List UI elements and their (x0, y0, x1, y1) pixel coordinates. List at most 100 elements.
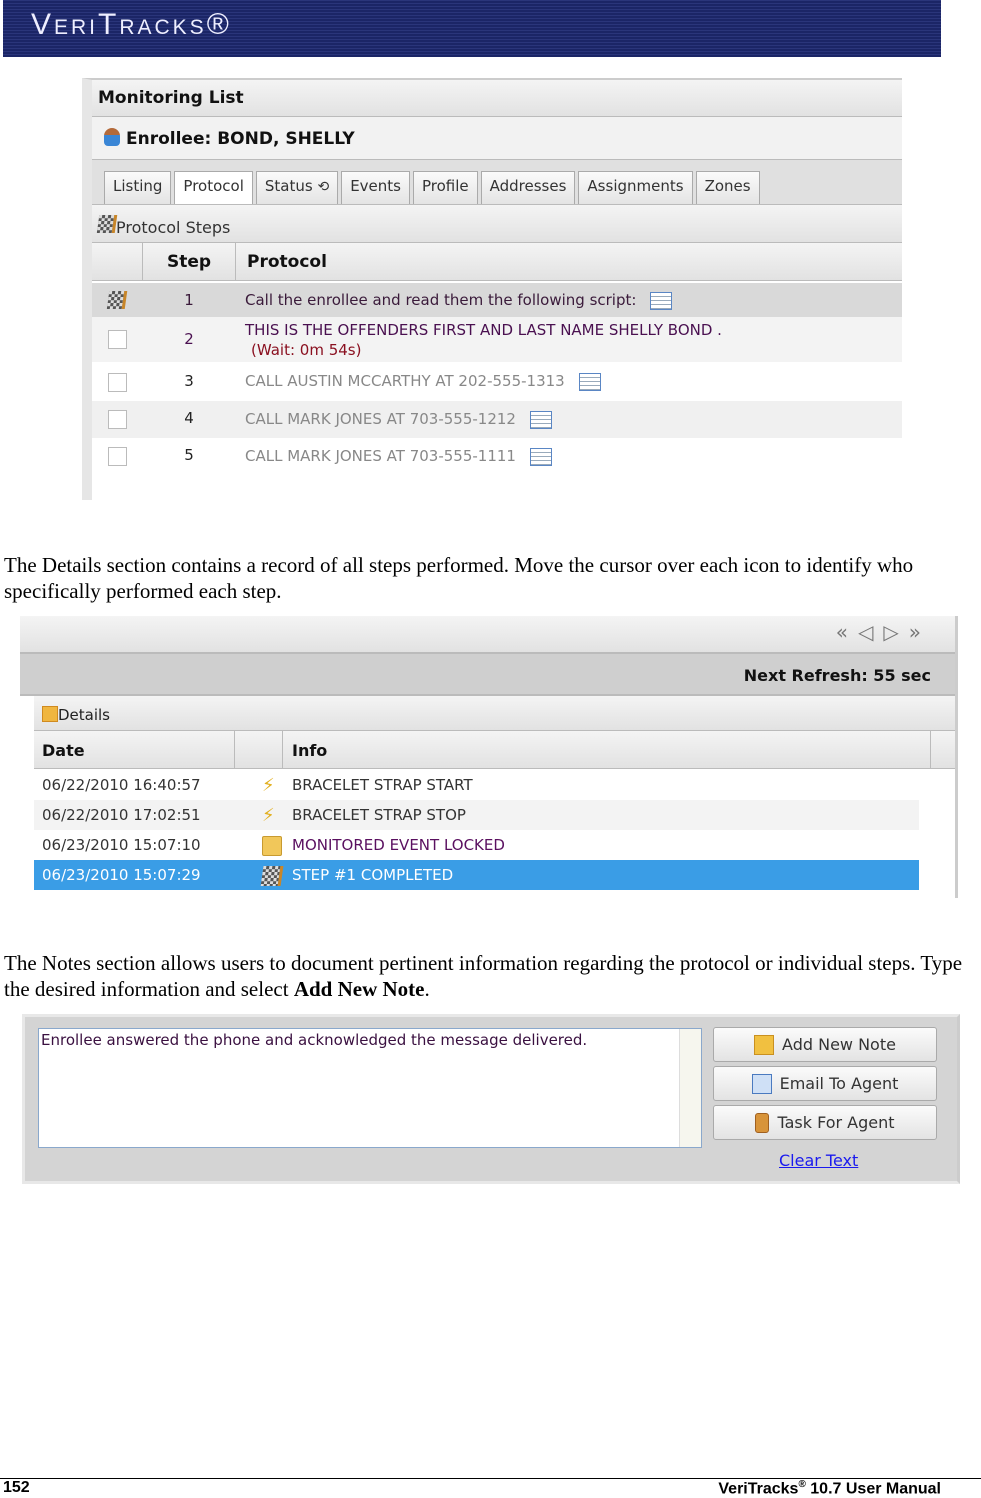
details-row[interactable]: 06/23/2010 15:07:10 MONITORED EVENT LOCKE… (34, 830, 919, 860)
completed-flag-icon[interactable] (106, 291, 128, 309)
step-checkbox[interactable] (108, 410, 127, 429)
clear-text-link[interactable]: Clear Text (779, 1151, 858, 1170)
step-text: CALL AUSTIN MCCARTHY AT 202-555-1313 (245, 372, 565, 390)
details-paragraph: The Details section contains a record of… (4, 553, 914, 603)
refresh-icon: ⟲ (317, 179, 330, 195)
col-step[interactable]: Step (167, 252, 211, 272)
step-checkbox[interactable] (108, 447, 127, 466)
details-header: Details (34, 696, 955, 731)
tab-status[interactable]: Status ⟲ (255, 171, 339, 204)
prev-page-icon[interactable]: ◁ (858, 620, 883, 644)
row-date: 06/23/2010 15:07:10 (42, 836, 201, 854)
tab-listing[interactable]: Listing (104, 171, 172, 204)
step-number: 1 (184, 291, 194, 309)
task-for-agent-button[interactable]: Task For Agent (713, 1105, 937, 1140)
col-protocol[interactable]: Protocol (247, 252, 327, 272)
add-new-note-emphasis: Add New Note (293, 977, 425, 1001)
tab-profile[interactable]: Profile (413, 171, 478, 204)
step-text: Call the enrollee and read them the foll… (245, 291, 637, 309)
details-row-selected[interactable]: 06/23/2010 15:07:29 STEP #1 COMPLETED (34, 860, 919, 890)
page-number: 152 (3, 1479, 30, 1496)
row-info: STEP #1 COMPLETED (292, 866, 454, 884)
row-date: 06/22/2010 16:40:57 (42, 776, 201, 794)
col-info[interactable]: Info (292, 741, 327, 760)
add-note-icon (754, 1034, 775, 1055)
bolt-minus-icon[interactable]: ⚡ (262, 806, 282, 826)
step-number: 3 (184, 372, 194, 390)
paragraph-text: . (424, 977, 430, 1001)
step-row: 5 CALL MARK JONES AT 703-555-1111 (92, 438, 902, 476)
row-date: 06/23/2010 15:07:29 (42, 866, 201, 884)
step-row: 2 THIS IS THE OFFENDERS FIRST AND LAST N… (92, 317, 902, 362)
button-label: Task For Agent (777, 1113, 895, 1132)
clipboard-icon (755, 1112, 770, 1133)
tab-assignments[interactable]: Assignments (578, 171, 693, 204)
notes-screenshot: Enrollee answered the phone and acknowle… (22, 1014, 960, 1184)
pager-bar: «◁▷» (20, 616, 955, 654)
bolt-plus-icon[interactable]: ⚡ (262, 776, 282, 796)
wait-timer: (Wait: 0m 54s) (251, 341, 362, 359)
tab-bar: Listing Protocol Status ⟲ Events Profile… (92, 160, 902, 205)
script-document-icon[interactable] (529, 447, 552, 466)
step-number: 2 (184, 330, 194, 348)
section-label: Details (58, 706, 111, 724)
protocol-steps-header: Protocol Steps (92, 205, 902, 243)
person-icon (104, 128, 120, 146)
table-header: Step Protocol (92, 243, 902, 281)
details-row[interactable]: 06/22/2010 17:02:51 ⚡ BRACELET STRAP STOP (34, 800, 919, 830)
enrollee-header: Enrollee: BOND, SHELLY (92, 117, 902, 160)
step-checkbox[interactable] (108, 330, 127, 349)
tab-protocol[interactable]: Protocol (174, 171, 253, 204)
step-row: 1 Call the enrollee and read them the fo… (92, 283, 902, 317)
col-date[interactable]: Date (42, 741, 85, 760)
row-info: BRACELET STRAP START (292, 776, 473, 794)
manual-title: VeriTracks® 10.7 User Manual (718, 1479, 941, 1498)
button-label: Email To Agent (779, 1074, 899, 1093)
first-page-icon[interactable]: « (836, 620, 858, 644)
pager-controls: «◁▷» (836, 620, 931, 644)
details-icon (42, 706, 58, 722)
step-text: CALL MARK JONES AT 703-555-1111 (245, 447, 516, 465)
panel-title: Monitoring List (92, 80, 902, 117)
section-label: Protocol Steps (116, 218, 231, 237)
note-textarea[interactable]: Enrollee answered the phone and acknowle… (38, 1028, 702, 1148)
notes-paragraph: The Notes section allows users to docume… (4, 950, 974, 1002)
paragraph-text: The Notes section allows users to docume… (4, 951, 963, 1001)
last-page-icon[interactable]: » (909, 620, 931, 644)
step-text: CALL MARK JONES AT 703-555-1212 (245, 410, 516, 428)
registered-mark: ® (798, 1479, 806, 1490)
email-icon (751, 1073, 772, 1094)
script-document-icon[interactable] (529, 410, 552, 429)
flag-icon (96, 215, 118, 233)
textarea-scrollbar[interactable] (679, 1029, 701, 1147)
details-row[interactable]: 06/22/2010 16:40:57 ⚡ BRACELET STRAP START (34, 770, 919, 800)
tab-addresses[interactable]: Addresses (480, 171, 576, 204)
next-page-icon[interactable]: ▷ (883, 620, 908, 644)
flag-icon[interactable] (260, 866, 284, 886)
email-to-agent-button[interactable]: Email To Agent (713, 1066, 937, 1101)
details-screenshot: «◁▷» Next Refresh: 55 sec Details Date I… (20, 616, 958, 898)
row-info: MONITORED EVENT LOCKED (292, 836, 505, 854)
script-document-icon[interactable] (578, 372, 601, 391)
monitoring-list-screenshot: Monitoring List Enrollee: BOND, SHELLY L… (82, 78, 902, 500)
button-label: Add New Note (782, 1035, 896, 1054)
step-checkbox[interactable] (108, 373, 127, 392)
tab-events[interactable]: Events (341, 171, 410, 204)
tab-status-label: Status (264, 177, 313, 195)
refresh-bar: Next Refresh: 55 sec (20, 654, 955, 696)
row-info: BRACELET STRAP STOP (292, 806, 466, 824)
lock-icon[interactable] (262, 836, 282, 856)
tab-zones[interactable]: Zones (695, 171, 760, 204)
details-table-header: Date Info (34, 731, 955, 769)
note-text: Enrollee answered the phone and acknowle… (41, 1031, 588, 1049)
step-number: 4 (184, 409, 194, 427)
add-new-note-button[interactable]: Add New Note (713, 1027, 937, 1062)
brand-logo: VeriTracks® (31, 8, 232, 41)
next-refresh: Next Refresh: 55 sec (743, 666, 931, 685)
step-row: 3 CALL AUSTIN MCCARTHY AT 202-555-1313 (92, 362, 902, 401)
script-document-icon[interactable] (650, 291, 673, 310)
step-row: 4 CALL MARK JONES AT 703-555-1212 (92, 401, 902, 438)
enrollee-name: Enrollee: BOND, SHELLY (126, 129, 355, 149)
step-number: 5 (184, 446, 194, 464)
step-text: THIS IS THE OFFENDERS FIRST AND LAST NAM… (245, 321, 722, 339)
